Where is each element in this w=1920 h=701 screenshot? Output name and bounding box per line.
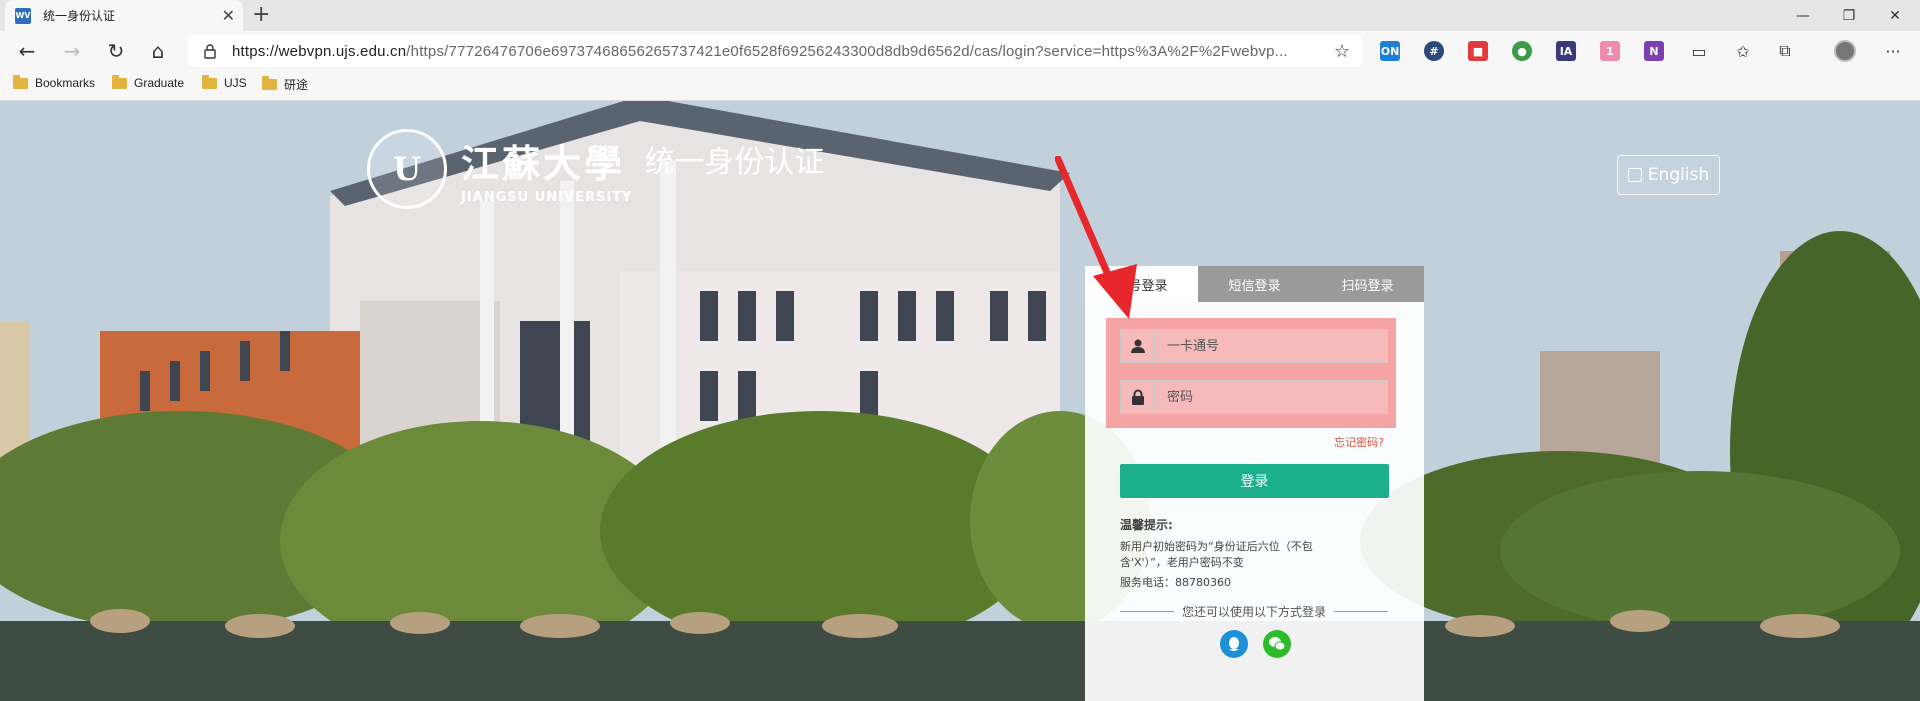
lock-icon[interactable] [202, 43, 218, 59]
maximize-icon[interactable]: ❐ [1826, 0, 1872, 31]
settings-more-icon[interactable]: ··· [1878, 37, 1908, 65]
forgot-password-link[interactable]: 忘记密码? [1334, 434, 1384, 450]
refresh-icon[interactable]: ↻ [101, 37, 131, 65]
star-icon[interactable]: ☆ [1334, 41, 1350, 62]
tab-qr-login[interactable]: 扫码登录 [1311, 266, 1424, 302]
ext-hash-icon[interactable]: # [1424, 41, 1444, 61]
bookmark-ujs[interactable]: UJS [202, 74, 247, 90]
bookmark-bookmarks[interactable]: Bookmarks [13, 74, 96, 90]
tips-line: 新用户初始密码为“身份证后六位（不包 [1120, 540, 1313, 553]
divider [1120, 611, 1174, 612]
ext-on-icon[interactable]: ON [1380, 41, 1400, 61]
tab-sms-login[interactable]: 短信登录 [1198, 266, 1311, 302]
university-logo: U 江蘇大學 JIANGSU UNIVERSITY 统一身份认证 [367, 129, 824, 209]
divider [1334, 611, 1389, 612]
bookmarks-bar: Bookmarks Graduate UJS 研途 [0, 71, 1920, 101]
favorites-icon[interactable]: ✩ [1728, 37, 1758, 65]
logo-chinese-name: 江蘇大學 [461, 141, 626, 186]
back-icon[interactable]: ← [12, 37, 42, 65]
alt-login-text: 您还可以使用以下方式登录 [1182, 605, 1327, 619]
service-phone: 服务电话：88780360 [1120, 576, 1231, 589]
site-favicon-icon: WV [15, 7, 31, 24]
tips-section: 温馨提示: 新用户初始密码为“身份证后六位（不包 含'X'）”，老用户密码不变 … [1120, 516, 1360, 591]
login-panel: 账号登录 短信登录 扫码登录 忘记密码? 登录 温馨提示: 新用户初始密码为“身… [1085, 266, 1424, 701]
avatar[interactable] [1830, 37, 1860, 65]
close-window-icon[interactable]: ✕ [1872, 0, 1918, 31]
bookmark-label: Bookmarks [35, 76, 96, 90]
username-field[interactable] [1120, 329, 1388, 363]
qq-login-icon[interactable] [1220, 630, 1248, 658]
lock-icon [1121, 381, 1155, 413]
folder-icon [13, 74, 28, 89]
url-text[interactable]: https://webvpn.ujs.edu.cn/https/77726476… [232, 43, 1322, 60]
bookmark-label: 研途 [284, 78, 309, 92]
language-icon [1627, 168, 1642, 182]
ext-ia-icon[interactable]: IA [1556, 41, 1576, 61]
address-bar[interactable]: https://webvpn.ujs.edu.cn/https/77726476… [188, 35, 1362, 67]
logo-english-name: JIANGSU UNIVERSITY [461, 190, 633, 205]
new-tab-icon[interactable]: + [252, 3, 270, 27]
tab-title: 统一身份认证 [43, 9, 116, 23]
ext-pink-icon[interactable]: 1 [1600, 41, 1620, 61]
window-icon[interactable]: ▭ [1684, 37, 1714, 65]
alternative-login-divider: 您还可以使用以下方式登录 [1120, 603, 1389, 620]
bookmark-yantu[interactable]: 研途 [262, 76, 308, 93]
browser-tab[interactable]: WV 统一身份认证 ✕ [5, 0, 243, 31]
login-page: U 江蘇大學 JIANGSU UNIVERSITY 统一身份认证 English… [0, 101, 1920, 701]
ext-globe-icon[interactable]: ● [1512, 41, 1532, 61]
folder-icon [262, 76, 277, 90]
ext-red-icon[interactable]: ■ [1468, 41, 1488, 61]
language-switch-button[interactable]: English [1617, 155, 1720, 195]
login-button[interactable]: 登录 [1120, 464, 1389, 498]
ext-onenote-icon[interactable]: N [1644, 41, 1664, 61]
browser-toolbar: ← → ↻ ⌂ https://webvpn.ujs.edu.cn/https/… [0, 31, 1920, 71]
bookmark-label: Graduate [134, 76, 185, 90]
folder-icon [112, 74, 127, 89]
user-icon [1121, 330, 1155, 362]
password-field[interactable] [1120, 380, 1388, 414]
tips-title: 温馨提示: [1120, 518, 1173, 532]
forward-icon[interactable]: → [57, 37, 87, 65]
url-host: https://webvpn.ujs.edu.cn [232, 42, 407, 60]
annotation-arrow-icon [1055, 156, 1137, 319]
minimize-icon[interactable]: — [1780, 0, 1826, 31]
page-title: 统一身份认证 [644, 145, 825, 180]
wechat-login-icon[interactable] [1263, 630, 1291, 658]
bookmark-label: UJS [224, 76, 247, 90]
home-icon[interactable]: ⌂ [143, 37, 173, 65]
password-input[interactable] [1155, 389, 1385, 405]
url-path: /https/77726476706e69737468656265737421e… [406, 42, 1288, 60]
username-input[interactable] [1155, 338, 1385, 354]
folder-icon [202, 74, 217, 89]
tab-close-icon[interactable]: ✕ [222, 6, 235, 25]
tips-line: 含'X'）”，老用户密码不变 [1120, 556, 1244, 569]
tab-strip: WV 统一身份认证 ✕ + — ❐ ✕ [0, 0, 1920, 31]
collections-icon[interactable]: ⧉ [1770, 37, 1800, 65]
university-seal-icon: U [367, 129, 447, 209]
bookmark-graduate[interactable]: Graduate [112, 74, 185, 90]
language-label: English [1647, 165, 1710, 185]
